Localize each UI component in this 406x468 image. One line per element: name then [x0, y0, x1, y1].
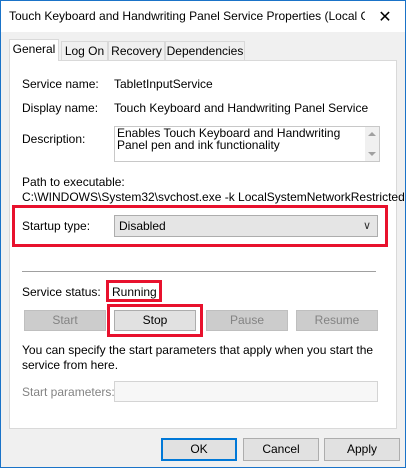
window-title: Touch Keyboard and Handwriting Panel Ser…	[9, 9, 365, 23]
display-name-label: Display name:	[22, 101, 99, 115]
apply-button[interactable]: Apply	[324, 438, 400, 461]
close-icon: ✕	[378, 8, 392, 26]
properties-dialog: Touch Keyboard and Handwriting Panel Ser…	[0, 0, 406, 468]
tab-recovery[interactable]: Recovery	[108, 41, 165, 60]
path-label: Path to executable:	[22, 175, 125, 189]
ok-button[interactable]: OK	[161, 438, 237, 461]
service-name-value: TabletInputService	[114, 77, 213, 91]
stop-button[interactable]: Stop	[114, 310, 196, 331]
start-params-label: Start parameters:	[22, 385, 115, 399]
scroll-down-icon[interactable]	[368, 152, 376, 156]
close-button[interactable]: ✕	[365, 1, 405, 32]
display-name-value: Touch Keyboard and Handwriting Panel Ser…	[114, 101, 369, 115]
title-bar: Touch Keyboard and Handwriting Panel Ser…	[1, 1, 405, 32]
startup-type-select[interactable]: Disabled ∨	[114, 215, 378, 237]
chevron-down-icon: ∨	[362, 220, 371, 232]
startup-type-label: Startup type:	[22, 219, 91, 233]
start-params-input[interactable]	[114, 381, 378, 402]
pause-button[interactable]: Pause	[206, 310, 288, 331]
tab-general[interactable]: General	[9, 39, 59, 61]
resume-button[interactable]: Resume	[296, 310, 378, 331]
start-params-hint: You can specify the start parameters tha…	[22, 343, 374, 372]
description-scrollbar[interactable]	[365, 127, 379, 161]
general-panel: Service name: TabletInputService Display…	[9, 60, 405, 429]
start-button[interactable]: Start	[24, 310, 106, 331]
cancel-button[interactable]: Cancel	[243, 438, 319, 461]
scroll-up-icon[interactable]	[368, 132, 376, 136]
tab-dependencies[interactable]: Dependencies	[165, 41, 245, 60]
tab-log-on[interactable]: Log On	[61, 41, 108, 60]
path-value: C:\WINDOWS\System32\svchost.exe -k Local…	[22, 190, 405, 204]
service-name-label: Service name:	[22, 77, 99, 91]
separator	[22, 271, 376, 272]
description-label: Description:	[22, 132, 86, 146]
description-text: Enables Touch Keyboard and Handwriting P…	[117, 126, 341, 152]
service-status-label: Service status:	[22, 285, 101, 299]
description-box[interactable]: Enables Touch Keyboard and Handwriting P…	[114, 126, 380, 162]
service-status-value: Running	[112, 285, 157, 299]
startup-type-value: Disabled	[119, 219, 166, 233]
